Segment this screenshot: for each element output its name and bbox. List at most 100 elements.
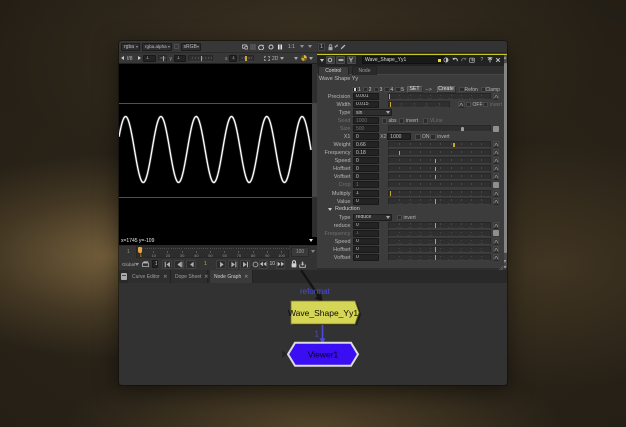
curve-editor-icon[interactable] [492, 141, 499, 149]
pin-panel-icon[interactable] [333, 44, 339, 49]
tab-curve-editor[interactable]: Curve Editor [128, 270, 171, 283]
param-value-field[interactable]: 0 [353, 173, 379, 181]
preset-checkbox-1[interactable] [352, 86, 358, 92]
curve-editor-icon[interactable] [492, 221, 499, 229]
on-checkbox[interactable] [415, 134, 421, 140]
preset-checkbox-4[interactable] [384, 86, 390, 92]
pane-menu-icon[interactable] [121, 272, 127, 280]
param-slider[interactable]: -40 -30 -20 -10 0 10 20 30 40 [388, 245, 491, 253]
param-dropdown[interactable]: reduce [353, 213, 392, 221]
close-tab-icon[interactable] [163, 274, 168, 279]
create-button[interactable]: Create [436, 85, 456, 93]
off-checkbox[interactable] [465, 101, 471, 108]
curve-editor-icon[interactable] [492, 245, 499, 253]
param-value-field[interactable]: 0 [353, 157, 379, 165]
layer-dropdown[interactable]: rgba.alpha [142, 43, 172, 51]
zoom-level[interactable]: 1:1 [288, 44, 295, 50]
preset-checkbox-3[interactable] [373, 86, 380, 92]
sat-slider[interactable] [239, 54, 254, 62]
param-value-field[interactable]: 0 [353, 245, 379, 253]
invert-checkbox[interactable] [430, 134, 436, 140]
skip-back-button[interactable] [259, 259, 268, 269]
gain-stop-down-icon[interactable] [121, 55, 124, 60]
param-slider[interactable]: 1 2 3 4 5 6 7 8 9 [388, 189, 491, 197]
hide-input-button[interactable] [336, 56, 346, 64]
param-value-field[interactable]: 0.015 [353, 100, 379, 108]
prev-keyframe-button[interactable] [174, 259, 184, 269]
grid-icon[interactable] [249, 43, 256, 50]
gain-mini-slider[interactable] [158, 54, 167, 62]
goto-start-button[interactable] [162, 259, 172, 269]
curve-editor-icon[interactable] [492, 92, 499, 100]
scroll-down-icon[interactable] [503, 259, 506, 263]
range-mode-dropdown[interactable]: Global [122, 262, 135, 267]
curve-editor-icon[interactable] [492, 173, 499, 181]
param-value-field[interactable]: 500 [353, 125, 379, 133]
gl-color-icon[interactable] [443, 57, 449, 63]
panel-menu-icon[interactable] [319, 58, 324, 62]
param-slider[interactable]: 0.2 0.4 0.6 0.8 [388, 100, 450, 108]
param-value-field[interactable]: 0.001 [353, 92, 379, 100]
chevron-down-icon[interactable] [300, 45, 304, 48]
edit-node-name-icon[interactable] [340, 44, 346, 50]
chevron-down-icon[interactable] [309, 56, 313, 60]
close-tab-icon[interactable] [204, 274, 209, 279]
center-node-button[interactable] [325, 56, 335, 64]
param-slider[interactable]: 0.2 0.4 0.6 0.8 1 1.2 1.4 1.6 1.8 [388, 229, 491, 237]
param-value-field[interactable]: 0 [353, 133, 379, 141]
chevron-down-icon[interactable] [280, 56, 284, 60]
param-slider[interactable]: -0.8 -0.6 -0.4 -0.2 0 0.2 0.4 0.6 0.8 [388, 221, 491, 229]
node-name-field[interactable]: Wave_Shape_Yy1 [362, 56, 445, 64]
step-back-button[interactable] [186, 259, 196, 269]
tab-control[interactable]: Control [317, 66, 349, 75]
param-value-field[interactable]: 0 [353, 197, 379, 205]
float-panel-icon[interactable] [487, 57, 493, 63]
gamma-value-field[interactable]: 1 [174, 54, 186, 62]
play-button[interactable] [216, 259, 226, 269]
param-slider[interactable]: -0.8 -0.6 -0.4 -0.2 0 0.2 0.4 0.6 0.8 [388, 197, 491, 205]
curve-editor-icon[interactable] [492, 237, 499, 245]
param-slider[interactable]: -0.8 -0.6 -0.4 -0.2 0 0.2 0.4 0.6 0.8 [388, 253, 491, 261]
wipe-color-icon[interactable] [301, 55, 307, 61]
chevron-down-icon[interactable] [308, 45, 312, 48]
curve-editor-icon[interactable] [492, 253, 499, 261]
param-slider[interactable]: -0.8 -0.6 -0.4 -0.2 0 0.2 0.4 0.6 0.8 [388, 237, 491, 245]
timeline-ruler[interactable]: 1 10 20 30 40 50 60 70 80 90 100 [136, 246, 289, 258]
flipbook-icon[interactable] [142, 260, 149, 267]
frame-format-icon[interactable] [264, 55, 270, 61]
invert-checkbox[interactable] [482, 101, 489, 108]
gamma-slider[interactable] [188, 54, 213, 62]
proxy-toggle-icon[interactable] [174, 44, 179, 49]
param-slider[interactable]: -0.8 -0.6 -0.4 -0.2 0 0.2 0.4 0.6 0.8 [388, 173, 491, 181]
refresh-icon[interactable] [257, 43, 264, 50]
slider-handle[interactable] [460, 126, 464, 132]
param-slider[interactable]: 0.10.20.30.40.50.60.70.80.9 [388, 92, 491, 100]
param-value-field[interactable]: 0 [353, 165, 379, 173]
param-slider[interactable]: 0.10.20.30.40.50.60.70.80.9 [388, 181, 491, 189]
skip-forward-button[interactable] [276, 259, 285, 269]
goto-end-button[interactable] [240, 259, 250, 269]
curve-editor-icon[interactable] [492, 165, 499, 173]
curve-editor-icon[interactable] [492, 157, 499, 165]
param-value-field[interactable]: 0.66 [353, 141, 379, 149]
param-value-field[interactable]: 1 [353, 181, 379, 189]
param-slider[interactable]: 0.10.20.30.40.50.60.70.80.9 [388, 141, 491, 149]
param-slider[interactable]: -40 -30 -20 -10 0 10 20 30 40 [388, 165, 491, 173]
revert-icon[interactable] [468, 57, 475, 63]
range-end-box[interactable]: 100 [291, 246, 309, 257]
close-tab-icon[interactable] [244, 274, 249, 279]
pause-icon[interactable] [277, 43, 283, 50]
invert-checkbox[interactable] [398, 118, 405, 124]
curve-editor-icon[interactable] [458, 100, 465, 108]
curve-editor-icon[interactable] [492, 197, 499, 205]
chevron-down-icon[interactable] [311, 249, 315, 253]
param-value-field[interactable]: 0 [353, 237, 379, 245]
viewer-scrollbar-thumb[interactable] [312, 103, 317, 197]
scroll-up-icon[interactable] [503, 55, 506, 59]
frame-increment-field[interactable]: 1 [152, 260, 158, 268]
view-mode[interactable]: 2D [272, 56, 278, 62]
viewer-image-area[interactable] [119, 64, 312, 237]
param-value-field[interactable]: 0.18 [353, 149, 379, 157]
loop-mode-button[interactable] [252, 261, 259, 268]
curve-editor-icon[interactable] [492, 189, 499, 197]
